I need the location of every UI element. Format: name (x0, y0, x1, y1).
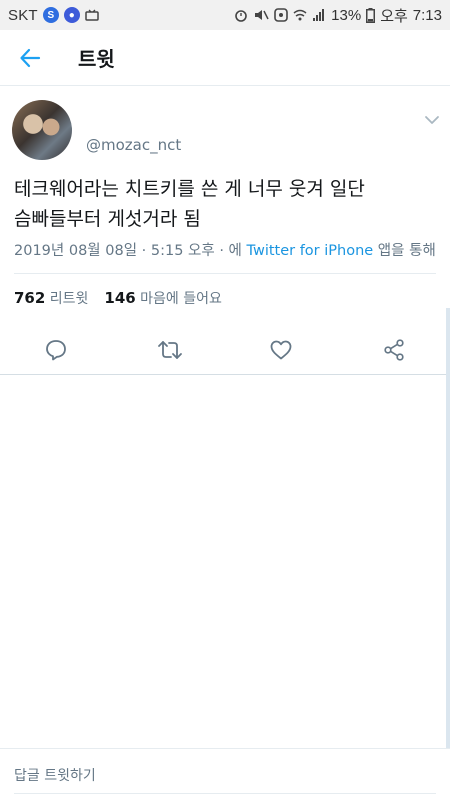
like-label: 마음에 들어요 (140, 291, 222, 307)
retweet-icon (158, 341, 182, 359)
reply-underline (14, 793, 436, 794)
avatar[interactable] (12, 100, 72, 160)
tweet-date: 2019년 08월 08일 · 5:15 오후 · 에 (14, 243, 247, 259)
share-icon (384, 339, 404, 361)
battery-icon (366, 7, 376, 23)
tweet-detail: @mozac_nct 테크웨어라는 치트키를 쓴 게 너무 웃겨 일단 슴빠들부… (0, 92, 450, 361)
back-button[interactable] (0, 30, 60, 86)
status-bar-right: 13% 오후 7:13 (234, 5, 442, 26)
tweet-text: 테크웨어라는 치트키를 쓴 게 너무 웃겨 일단 슴빠들부터 게섯거라 됨 (14, 174, 434, 234)
mute-icon (255, 10, 269, 20)
clock-ampm: 오후 (380, 7, 408, 25)
tweet-text-line: 슴빠들부터 게섯거라 됨 (14, 208, 201, 230)
tweet-meta: 2019년 08월 08일 · 5:15 오후 · 에 Twitter for … (14, 239, 439, 260)
divider (14, 273, 436, 274)
arrow-left-icon (20, 48, 41, 67)
author-handle[interactable]: @mozac_nct (86, 136, 181, 154)
author-row[interactable]: @mozac_nct (0, 92, 450, 168)
clock-time: 7:13 (412, 6, 442, 24)
tweet-actions (0, 328, 450, 372)
retweet-stat[interactable]: 762 리트윗 (14, 289, 89, 307)
retweet-button[interactable] (156, 336, 184, 364)
messenger-icon: ● (63, 7, 80, 23)
status-bar-left: SKT S ● (8, 7, 99, 24)
battery-percent: 13% (331, 6, 362, 24)
retweet-label: 리트윗 (49, 291, 89, 307)
reply-bar: 답글 트윗하기 (0, 748, 450, 800)
like-button[interactable] (267, 336, 295, 364)
reply-button[interactable] (42, 336, 70, 364)
scrollbar[interactable] (446, 308, 450, 752)
signal-icon (313, 9, 325, 21)
nfc-icon (274, 8, 288, 22)
share-button[interactable] (380, 336, 408, 364)
carrier-label: SKT (8, 6, 38, 24)
alarm-icon (235, 10, 247, 22)
status-bar: SKT S ● 13% 오후 7:13 (0, 0, 450, 30)
tweet-source-suffix: 앱을 통해 (373, 243, 436, 259)
like-stat[interactable]: 146 마음에 들어요 (104, 289, 222, 307)
tweet-stats: 762 리트윗 146 마음에 들어요 (14, 288, 222, 308)
tweet-text-line: 테크웨어라는 치트키를 쓴 게 너무 웃겨 일단 (14, 178, 365, 200)
divider (0, 374, 450, 375)
s-app-icon: S (42, 7, 59, 23)
wifi-icon (293, 9, 307, 21)
chevron-down-icon (425, 116, 439, 124)
reply-input[interactable]: 답글 트윗하기 (14, 765, 96, 785)
reply-icon (46, 340, 66, 361)
tweet-menu-button[interactable] (424, 110, 440, 129)
heart-icon (270, 340, 292, 360)
top-bar: 트윗 (0, 30, 450, 86)
retweet-count: 762 (14, 289, 46, 307)
notification-icon (85, 9, 99, 21)
like-count: 146 (104, 289, 136, 307)
page-title: 트윗 (78, 47, 115, 71)
tweet-source-link[interactable]: Twitter for iPhone (247, 243, 374, 259)
